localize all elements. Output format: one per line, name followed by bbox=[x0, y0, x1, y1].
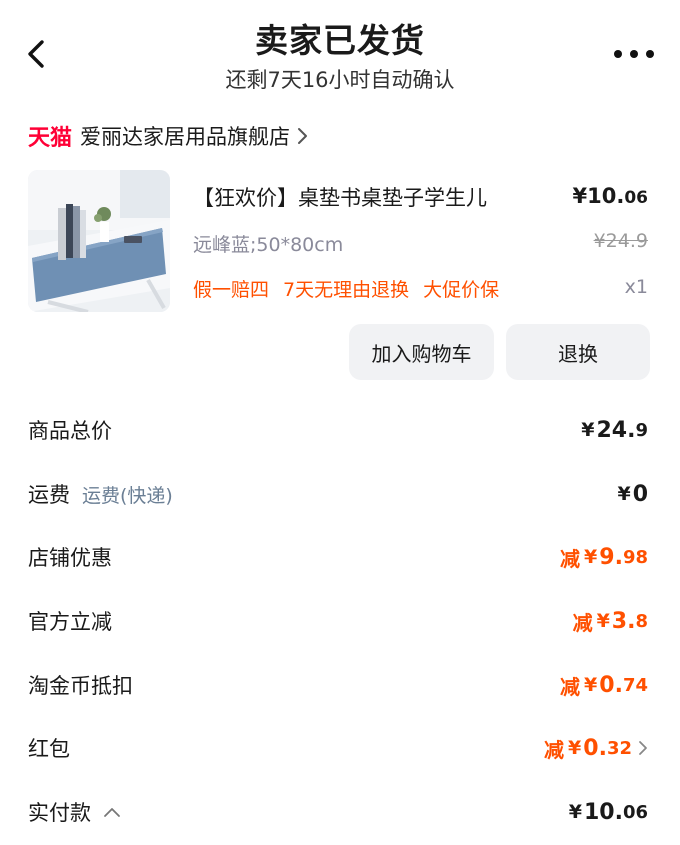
paid-amount-toggle[interactable]: 实付款 bbox=[28, 797, 121, 827]
more-options-icon[interactable] bbox=[612, 44, 656, 64]
tag-fake-compensation: 假一赔四 bbox=[193, 279, 270, 301]
total-price-row: 商品总价 ¥24. 9 bbox=[28, 417, 648, 444]
tmall-badge: 天猫 bbox=[28, 126, 73, 151]
tag-7day-return: 7天无理由退换 bbox=[283, 279, 410, 301]
header: 卖家已发货 还剩7天16小时自动确认 bbox=[0, 0, 680, 110]
tag-price-protect: 大促价保 bbox=[423, 279, 500, 301]
red-packet-row[interactable]: 红包 减 ¥0. 32 bbox=[28, 731, 648, 765]
return-exchange-button[interactable]: 退换 bbox=[506, 324, 650, 380]
shipping-method: 运费(快递) bbox=[82, 484, 173, 507]
product-price: ¥10.06 bbox=[572, 184, 649, 208]
store-link[interactable]: 天猫 爱丽达家居用品旗舰店 bbox=[28, 119, 308, 153]
paid-amount-row: 实付款 ¥10. 06 bbox=[28, 795, 648, 829]
original-price: ¥24.9 bbox=[593, 230, 648, 252]
chevron-up-icon bbox=[104, 808, 120, 817]
store-name: 爱丽达家居用品旗舰店 bbox=[80, 125, 291, 149]
coin-deduction-row: 淘金币抵扣 减 ¥0. 74 bbox=[28, 672, 648, 699]
auto-confirm-countdown: 还剩7天16小时自动确认 bbox=[225, 68, 455, 92]
chevron-right-icon bbox=[298, 128, 308, 144]
page-title: 卖家已发货 bbox=[255, 21, 425, 60]
product-quantity: x1 bbox=[624, 276, 648, 298]
official-discount-value: 减 ¥3. 8 bbox=[572, 608, 648, 635]
coin-deduction-value: 减 ¥0. 74 bbox=[560, 672, 648, 699]
product-title[interactable]: 【狂欢价】桌垫书桌垫子学生儿 bbox=[193, 182, 487, 212]
red-packet-value: 减 ¥0. 32 bbox=[544, 734, 648, 763]
chevron-right-icon bbox=[639, 741, 647, 755]
shipping-row: 运费 运费(快递) ¥0 bbox=[28, 481, 648, 508]
shipping-value: ¥0 bbox=[617, 481, 648, 507]
store-discount-row: 店铺优惠 减 ¥9. 98 bbox=[28, 544, 648, 571]
paid-amount-value: ¥10. 06 bbox=[568, 799, 648, 825]
store-discount-value: 减 ¥9. 98 bbox=[560, 544, 648, 571]
official-discount-row: 官方立减 减 ¥3. 8 bbox=[28, 608, 648, 635]
total-price-value: ¥24. 9 bbox=[581, 417, 648, 443]
desk-mat-photo bbox=[28, 170, 170, 312]
service-tags: 假一赔四 7天无理由退换 大促价保 bbox=[193, 275, 499, 302]
product-sku: 远峰蓝;50*80cm bbox=[193, 234, 344, 256]
add-to-cart-button[interactable]: 加入购物车 bbox=[349, 324, 494, 380]
product-image[interactable] bbox=[28, 170, 170, 312]
